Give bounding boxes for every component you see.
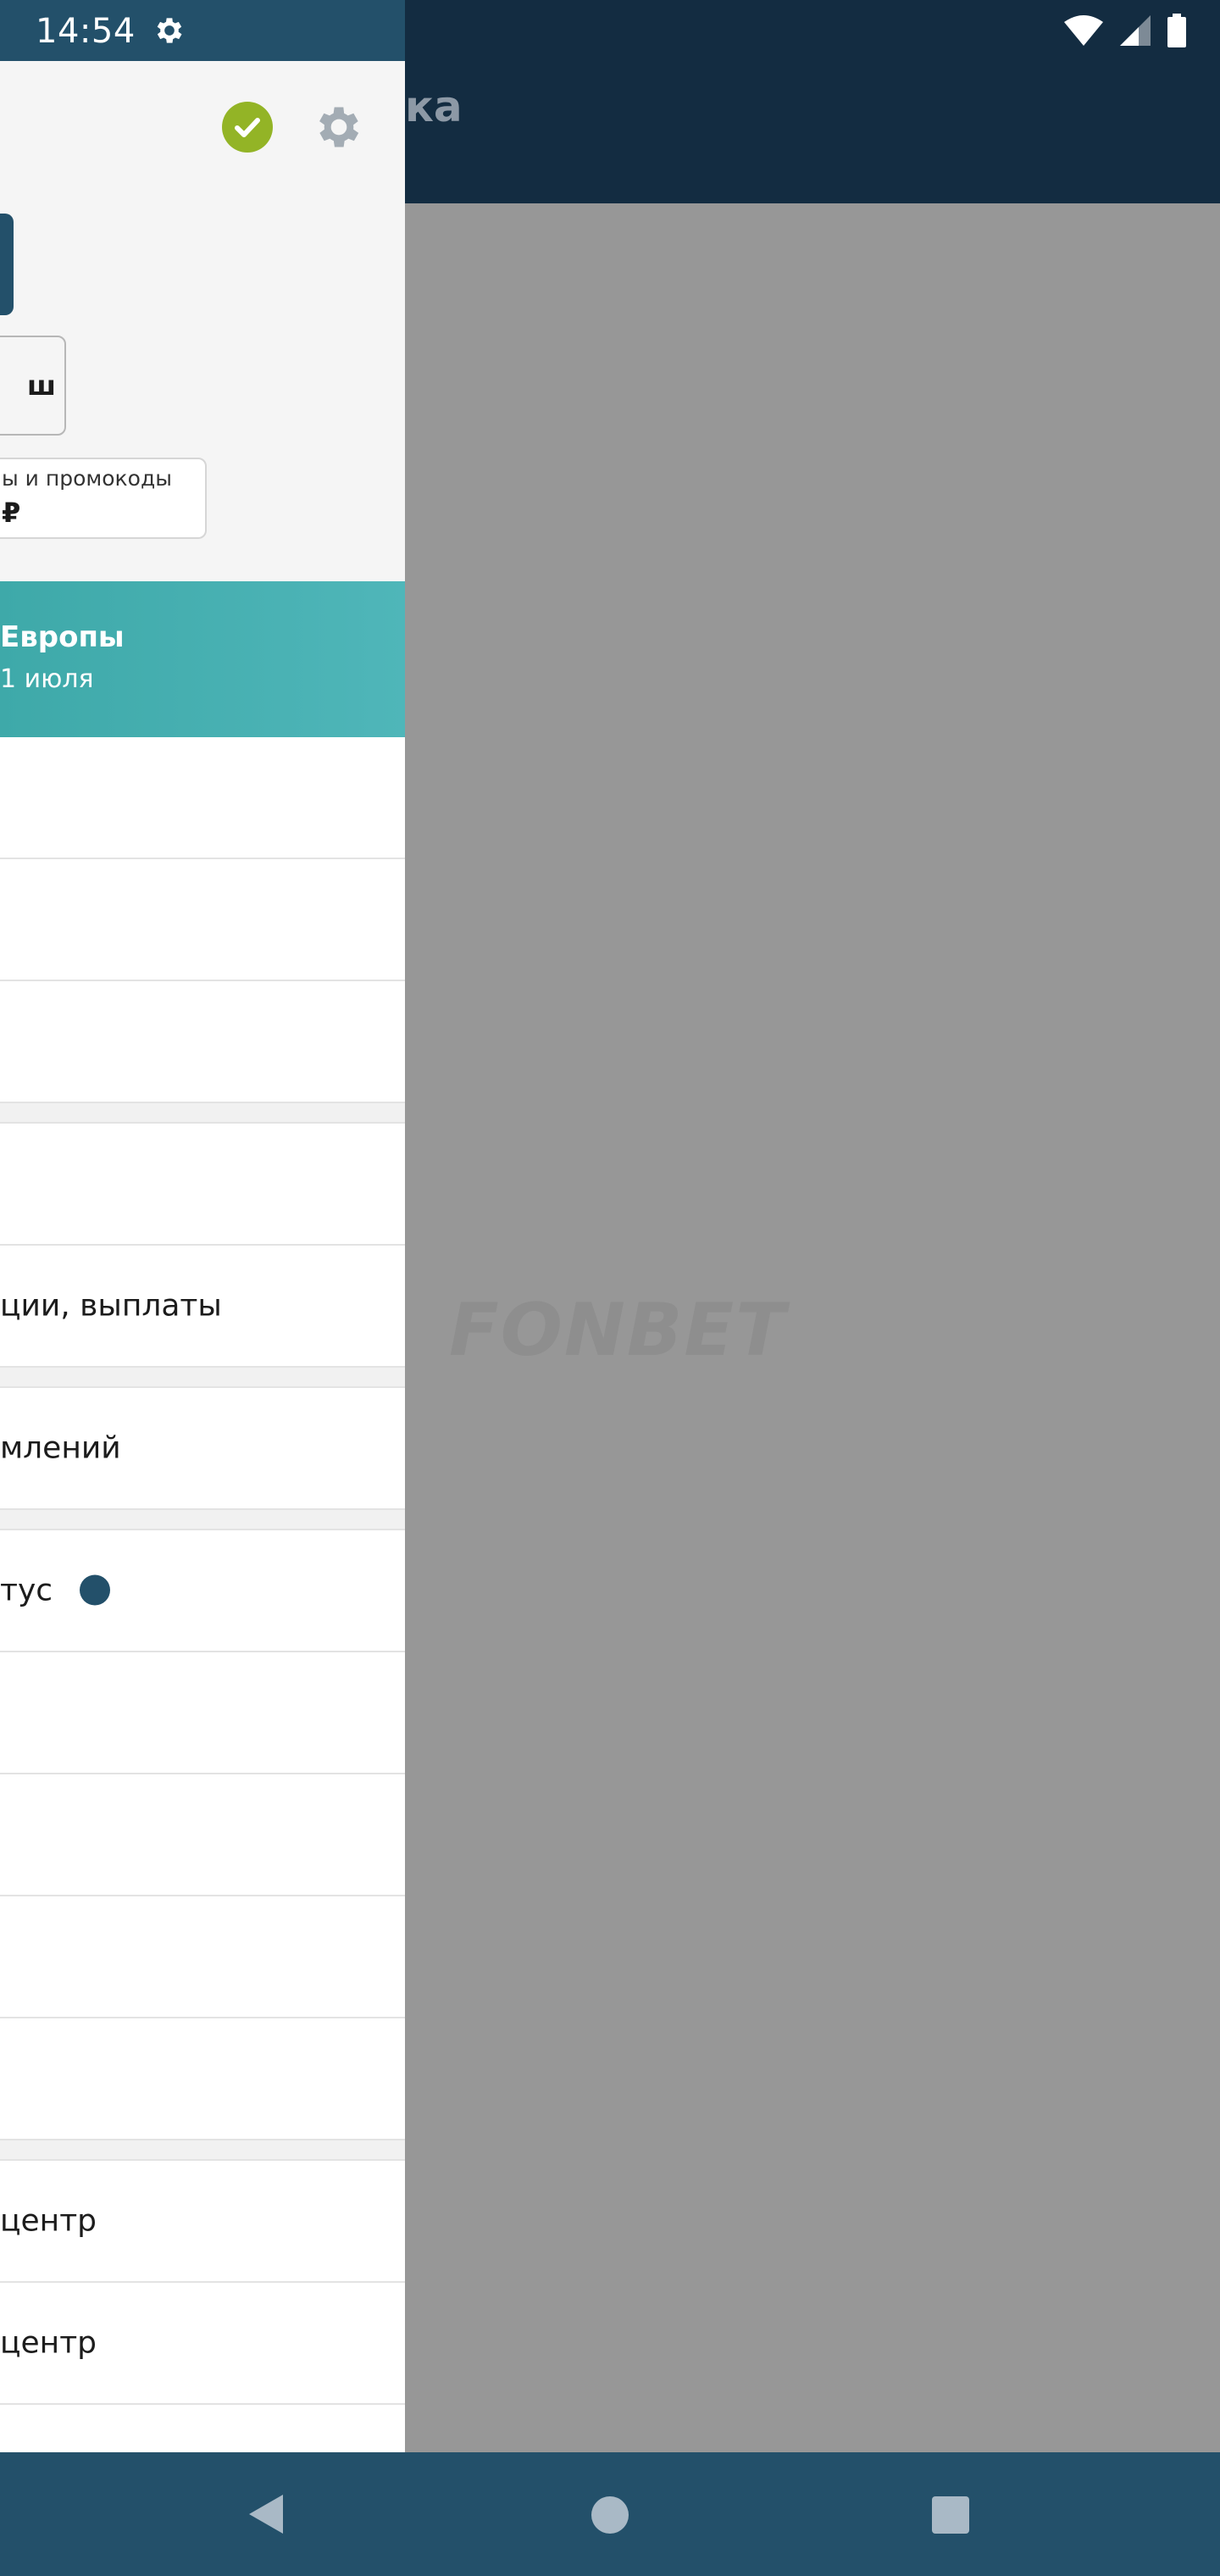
navigation-bar [0, 2452, 1220, 2576]
fonbet-watermark: FONBET [449, 1288, 787, 1373]
home-icon[interactable] [591, 2496, 629, 2534]
outline-button[interactable]: ш [0, 336, 66, 436]
menu-item-center[interactable]: центр [0, 2161, 405, 2283]
menu-item-label: тус [0, 1573, 111, 1608]
menu-item[interactable] [0, 1124, 405, 1246]
promo-subtitle: 1 июля [0, 664, 94, 694]
menu-item[interactable] [0, 1896, 405, 2018]
navigation-drawer: ш ы и промокоды ₽ Европы 1 июля ции, вып… [0, 61, 405, 2452]
app-bar-title: ка [405, 82, 463, 131]
status-dot-icon [80, 1574, 111, 1606]
bonus-value: ₽ [2, 497, 21, 529]
menu-item[interactable] [0, 1652, 405, 1774]
menu-item[interactable] [0, 981, 405, 1103]
primary-button[interactable] [0, 214, 14, 315]
promo-banner[interactable]: Европы 1 июля [0, 581, 405, 737]
status-time: 14:54 [36, 12, 136, 51]
recent-apps-icon[interactable] [932, 2496, 969, 2534]
menu-item-label: центр [0, 2203, 97, 2239]
drawer-header: ш ы и промокоды ₽ [0, 61, 405, 581]
menu-item[interactable] [0, 1774, 405, 1896]
back-icon[interactable] [246, 2493, 288, 2535]
status-bar-drawer-section: 14:54 [0, 0, 405, 61]
menu-item-status-text: тус [0, 1573, 53, 1608]
menu-divider [0, 1103, 405, 1124]
menu-divider [0, 1368, 405, 1388]
menu-item-promotions[interactable]: ции, выплаты [0, 1246, 405, 1368]
check-circle-icon[interactable] [222, 102, 273, 153]
menu-divider [0, 1510, 405, 1530]
menu-item-status[interactable]: тус [0, 1530, 405, 1652]
menu-item[interactable] [0, 859, 405, 981]
menu-item-label: ции, выплаты [0, 1288, 222, 1324]
bonus-promocodes-card[interactable]: ы и промокоды ₽ [0, 458, 207, 539]
menu-divider [0, 2140, 405, 2161]
battery-icon [1167, 14, 1186, 47]
menu-item[interactable] [0, 2405, 405, 2452]
menu-item[interactable] [0, 2018, 405, 2140]
outline-button-label: ш [27, 369, 56, 402]
promo-title: Европы [0, 620, 125, 654]
menu-item-label: млений [0, 1430, 121, 1466]
menu-item-label: центр [0, 2325, 97, 2361]
status-bar: 14:54 [0, 0, 1220, 61]
settings-icon [157, 18, 182, 43]
wifi-icon [1064, 15, 1103, 46]
gear-icon[interactable] [312, 100, 366, 154]
drawer-menu: ции, выплаты млений тус центр центр [0, 737, 405, 2452]
menu-item[interactable] [0, 737, 405, 859]
menu-item-notifications[interactable]: млений [0, 1388, 405, 1510]
status-icons [1064, 12, 1186, 49]
bonus-label: ы и промокоды [2, 466, 172, 491]
menu-item-center[interactable]: центр [0, 2283, 405, 2405]
checkmark-icon [235, 118, 260, 137]
signal-icon [1120, 15, 1151, 46]
